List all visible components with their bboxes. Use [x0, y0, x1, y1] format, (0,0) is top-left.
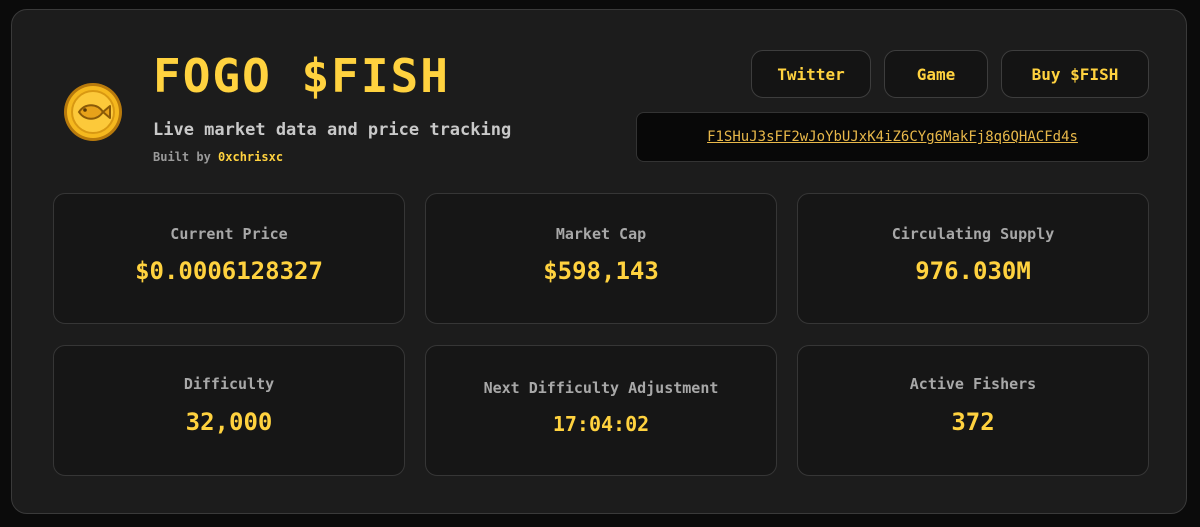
contract-address-link[interactable]: F1SHuJ3sFF2wJoYbUJxK4iZ6CYg6MakFj8q6QHAC… [707, 129, 1078, 145]
game-button[interactable]: Game [884, 50, 988, 98]
stat-label: Next Difficulty Adjustment [483, 379, 719, 397]
twitter-button[interactable]: Twitter [751, 50, 871, 98]
stat-value: 976.030M [915, 257, 1031, 285]
author-name: 0xchrisxc [218, 150, 284, 164]
stat-label: Circulating Supply [891, 225, 1055, 243]
buy-fish-button[interactable]: Buy $FISH [1001, 50, 1149, 98]
dashboard-card: FOGO $FISH Live market data and price tr… [11, 9, 1187, 514]
stat-value: $0.0006128327 [135, 257, 323, 285]
stat-circulating-supply: Circulating Supply 976.030M [797, 193, 1149, 324]
countdown-timer: 17:04:02 [552, 412, 650, 436]
page-title: FOGO $FISH [153, 49, 450, 103]
stat-value: $598,143 [543, 257, 659, 285]
page-subtitle: Live market data and price tracking [153, 120, 512, 140]
stat-next-difficulty-adjustment: Next Difficulty Adjustment 17:04:02 [425, 345, 777, 476]
stat-market-cap: Market Cap $598,143 [425, 193, 777, 324]
stat-label: Market Cap [555, 225, 647, 243]
built-by-credit: Built by 0xchrisxc [153, 149, 283, 165]
stat-difficulty: Difficulty 32,000 [53, 345, 405, 476]
fish-coin-icon [64, 83, 122, 141]
stat-current-price: Current Price $0.0006128327 [53, 193, 405, 324]
stat-active-fishers: Active Fishers 372 [797, 345, 1149, 476]
built-by-prefix: Built by [153, 150, 211, 164]
stat-value: 372 [951, 408, 995, 436]
contract-address-box: F1SHuJ3sFF2wJoYbUJxK4iZ6CYg6MakFj8q6QHAC… [636, 112, 1149, 162]
stat-value: 32,000 [185, 408, 273, 436]
stat-label: Active Fishers [909, 375, 1037, 393]
stat-label: Current Price [170, 225, 288, 243]
stat-label: Difficulty [183, 375, 275, 393]
